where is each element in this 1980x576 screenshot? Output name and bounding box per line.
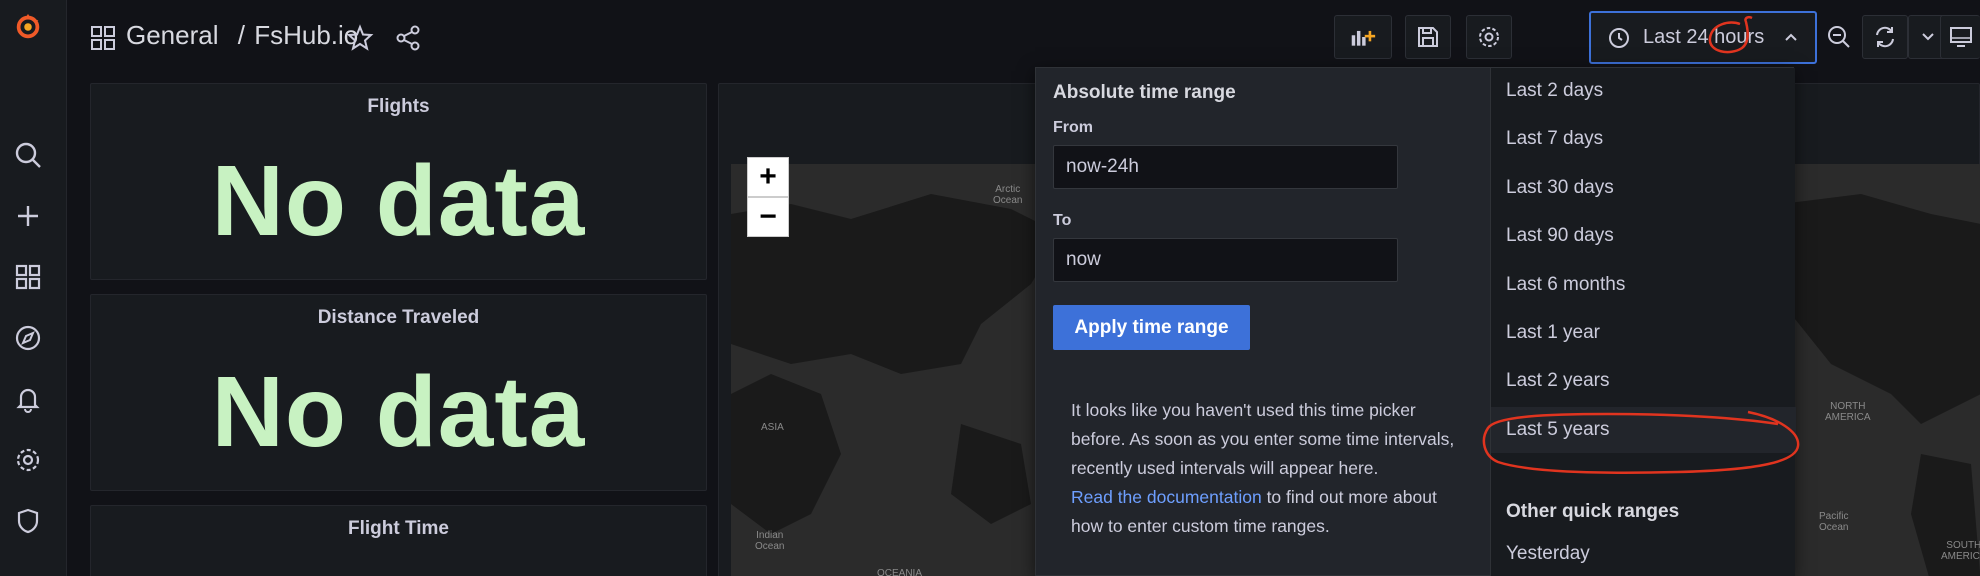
quick-range-item[interactable]: Last 6 months [1491, 262, 1796, 308]
quick-range-item-yesterday[interactable]: Yesterday [1491, 534, 1796, 574]
refresh-icon [1876, 26, 1894, 48]
quick-range-item[interactable]: Last 2 days [1491, 68, 1796, 114]
chevron-up-icon[interactable] [1777, 23, 1805, 51]
grafana-logo-icon[interactable] [10, 8, 46, 44]
to-input[interactable]: now [1053, 238, 1398, 282]
time-range-label: Last 24 hours [1643, 26, 1765, 48]
flight-time-panel[interactable]: Flight Time [90, 505, 707, 576]
help-text-body: It looks like you haven't used this time… [1071, 400, 1455, 478]
gear-icon [1479, 27, 1499, 47]
quick-range-item[interactable]: Last 7 days [1491, 116, 1796, 162]
dashboards-icon[interactable] [10, 259, 46, 295]
quick-range-item-last-5-years[interactable]: Last 5 years [1491, 407, 1796, 453]
panel-title: Flights [367, 96, 430, 117]
map-zoom-in-button[interactable]: + [747, 157, 789, 197]
panel-value: No data [211, 356, 586, 468]
to-label: To [1053, 212, 1072, 229]
top-bar: General / FsHub.io Last 24 hours [68, 0, 1980, 76]
zoom-out-button[interactable] [1820, 15, 1858, 59]
map-label-pacific: Pacific Ocean [1819, 511, 1849, 533]
compass-icon[interactable] [10, 320, 46, 356]
map-label-north-america: NORTH AMERICA [1825, 401, 1871, 423]
side-nav [0, 0, 67, 576]
map-label-south-america: SOUTH AMERICA [1941, 540, 1980, 562]
map-zoom-out-button[interactable]: − [747, 197, 789, 237]
bell-icon[interactable] [10, 381, 46, 417]
zoom-out-icon [1828, 26, 1850, 48]
refresh-button[interactable] [1862, 15, 1908, 59]
quick-range-item[interactable]: Last 30 days [1491, 165, 1796, 211]
clock-icon [1609, 27, 1629, 48]
panel-value: No data [211, 145, 586, 257]
time-picker-dropdown: Absolute time range From now-24h To now … [1035, 67, 1796, 576]
map-label-indian-ocean: Indian Ocean [755, 530, 785, 552]
plus-icon[interactable] [10, 198, 46, 234]
search-icon[interactable] [10, 137, 46, 173]
quick-range-item[interactable]: Last 2 years [1491, 358, 1796, 404]
help-text: It looks like you haven't used this time… [1071, 396, 1466, 541]
documentation-link[interactable]: Read the documentation [1071, 487, 1262, 507]
quick-ranges-section: Last 2 days Last 7 days Last 30 days Las… [1490, 68, 1796, 576]
map-label-arctic: Arctic Ocean [993, 184, 1023, 206]
panel-title: Distance Traveled [317, 307, 480, 328]
map-label-asia: ASIA [761, 422, 784, 433]
add-panel-icon [1351, 30, 1376, 46]
save-dashboard-button[interactable] [1405, 15, 1451, 59]
breadcrumb-separator: / [237, 20, 245, 50]
shield-icon[interactable] [10, 503, 46, 539]
star-icon[interactable] [346, 24, 374, 52]
chevron-down-icon [1922, 33, 1934, 41]
other-quick-ranges-heading: Other quick ranges [1506, 501, 1680, 522]
from-label: From [1053, 119, 1093, 136]
add-panel-button[interactable] [1334, 15, 1392, 59]
breadcrumb: General / FsHub.io [126, 20, 358, 51]
flights-panel[interactable]: Flights No data [90, 83, 707, 280]
monitor-icon [1949, 27, 1972, 47]
panel-title: Flight Time [348, 518, 449, 539]
save-icon [1418, 27, 1438, 47]
apply-time-range-button[interactable]: Apply time range [1053, 305, 1250, 350]
map-label-oceania: OCEANIA [877, 568, 923, 576]
share-icon[interactable] [394, 24, 422, 52]
quick-range-item[interactable]: Last 1 year [1491, 310, 1796, 356]
absolute-time-range-section: Absolute time range From now-24h To now … [1036, 68, 1490, 576]
dashboard-grid-icon [91, 26, 115, 50]
quick-range-item[interactable]: Last 90 days [1491, 213, 1796, 259]
breadcrumb-folder[interactable]: General [126, 20, 219, 51]
distance-traveled-panel[interactable]: Distance Traveled No data [90, 294, 707, 491]
time-range-picker[interactable]: Last 24 hours [1589, 11, 1817, 64]
tv-mode-button[interactable] [1940, 15, 1980, 59]
from-input[interactable]: now-24h [1053, 145, 1398, 189]
gear-icon[interactable] [10, 442, 46, 478]
absolute-range-title: Absolute time range [1053, 82, 1236, 103]
breadcrumb-dashboard[interactable]: FsHub.io [254, 20, 358, 51]
dashboard-settings-button[interactable] [1466, 15, 1512, 59]
